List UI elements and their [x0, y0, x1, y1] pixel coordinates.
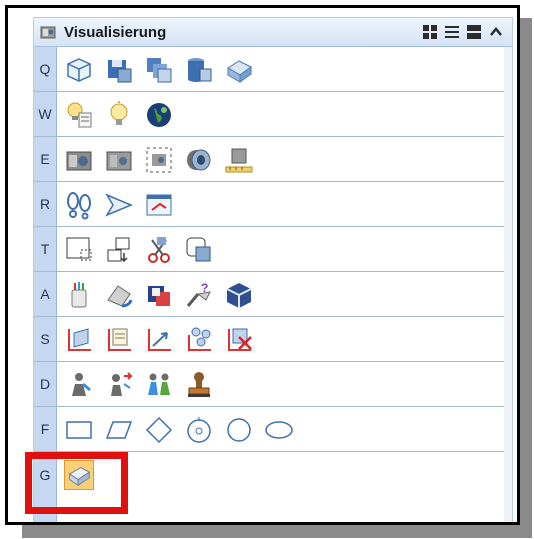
panel-title: Visualisierung — [64, 23, 167, 41]
parallelogram-icon[interactable] — [104, 415, 134, 445]
row-key: F — [40, 421, 50, 437]
axis-list-icon[interactable] — [104, 325, 134, 355]
row-key: D — [39, 376, 51, 392]
axis-arrow-icon[interactable] — [144, 325, 174, 355]
move-block-icon[interactable] — [104, 235, 134, 265]
arrow-walk-icon[interactable] — [104, 190, 134, 220]
rectangle-icon[interactable] — [64, 415, 94, 445]
camera-icon[interactable] — [64, 145, 94, 175]
select-rect-icon[interactable] — [64, 235, 94, 265]
tool-row-f: F — [34, 407, 512, 452]
panel-title-bar: Visualisierung — [34, 18, 512, 47]
axis-delete-icon[interactable] — [224, 325, 254, 355]
screenshot-frame: Visualisierung Q W E R T A ? S D F G — [5, 5, 520, 525]
axis-network-icon[interactable] — [184, 325, 214, 355]
row-key: E — [40, 151, 50, 167]
collapse-icon[interactable] — [488, 24, 504, 39]
footprints-icon[interactable] — [64, 190, 94, 220]
row-key: R — [39, 196, 51, 212]
camera-ruler-icon[interactable] — [224, 145, 254, 175]
paint-bucket-icon[interactable] — [64, 280, 94, 310]
title-controls — [422, 24, 504, 39]
scissors-icon[interactable] — [144, 235, 174, 265]
tool-row-q: Q — [34, 47, 512, 92]
cube-tilted-icon[interactable] — [224, 55, 254, 85]
texture-cube-icon[interactable] — [224, 280, 254, 310]
camera-frame-icon[interactable] — [144, 145, 174, 175]
stamp-icon[interactable] — [184, 370, 214, 400]
axis-plane-icon[interactable] — [64, 325, 94, 355]
circle-icon[interactable] — [224, 415, 254, 445]
row-key: S — [40, 331, 50, 347]
cylinder-render-icon[interactable] — [184, 55, 214, 85]
camera-icon — [40, 26, 56, 39]
material-cube-icon[interactable] — [144, 280, 174, 310]
compact-view-icon[interactable] — [466, 24, 482, 39]
window-link-icon[interactable] — [144, 190, 174, 220]
tool-row-w: W — [34, 92, 512, 137]
diamond-icon[interactable] — [144, 415, 174, 445]
lightbulb-list-icon[interactable] — [64, 100, 94, 130]
paint-query-icon[interactable]: ? — [184, 280, 214, 310]
tool-row-g: G — [34, 452, 512, 497]
tool-row-t: T — [34, 227, 512, 272]
visualisierung-panel: Visualisierung Q W E R T A ? S D F G — [33, 17, 513, 522]
tool-row-e: E — [34, 137, 512, 182]
camera-settings-icon[interactable] — [104, 145, 134, 175]
person-icon[interactable] — [64, 370, 94, 400]
selected-tool-icon[interactable] — [64, 460, 94, 490]
list-view-icon[interactable] — [444, 24, 460, 39]
scrollbar[interactable] — [504, 47, 512, 522]
row-key: Q — [39, 61, 51, 77]
cube-stack-icon[interactable] — [144, 55, 174, 85]
people-icon[interactable] — [144, 370, 174, 400]
copy-shape-icon[interactable] — [184, 235, 214, 265]
row-key: G — [39, 466, 51, 483]
grid-view-icon[interactable] — [422, 24, 438, 39]
tool-row-d: D — [34, 362, 512, 407]
svg-text:?: ? — [201, 281, 208, 295]
cube-outline-icon[interactable] — [64, 55, 94, 85]
circle-dot-icon[interactable] — [184, 415, 214, 445]
person-arrows-icon[interactable] — [104, 370, 134, 400]
row-key: T — [40, 241, 50, 257]
row-key: A — [40, 286, 50, 302]
tool-row-s: S — [34, 317, 512, 362]
cube-save-icon[interactable] — [104, 55, 134, 85]
globe-icon[interactable] — [144, 100, 174, 130]
tool-row-a: A ? — [34, 272, 512, 317]
paint-spill-icon[interactable] — [104, 280, 134, 310]
lens-icon[interactable] — [184, 145, 214, 175]
row-key: W — [38, 106, 52, 122]
lightbulb-icon[interactable] — [104, 100, 134, 130]
ellipse-icon[interactable] — [264, 415, 294, 445]
tool-row-r: R — [34, 182, 512, 227]
